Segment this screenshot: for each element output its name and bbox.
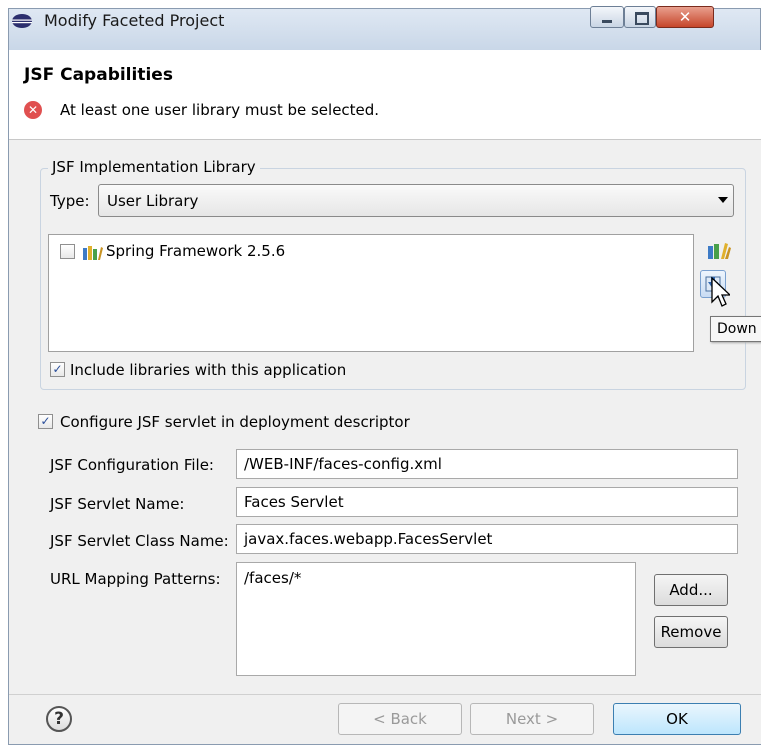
remove-pattern-button[interactable]: Remove [654, 616, 728, 648]
close-icon: ✕ [678, 8, 692, 26]
library-icon [83, 246, 103, 260]
maximize-button[interactable] [624, 6, 656, 28]
servlet-class-field[interactable]: javax.faces.webapp.FacesServlet [236, 524, 738, 554]
configure-servlet-checkbox[interactable]: ✓ [38, 414, 53, 429]
chevron-down-icon [718, 197, 728, 203]
servlet-class-label: JSF Servlet Class Name: [50, 532, 229, 550]
mouse-cursor-icon [711, 276, 730, 307]
ok-button[interactable]: OK [613, 703, 741, 735]
close-button[interactable]: ✕ [656, 6, 714, 28]
tooltip: Down [710, 316, 761, 342]
error-message: At least one user library must be select… [60, 101, 380, 119]
minimize-button[interactable] [590, 6, 624, 28]
type-label: Type: [50, 192, 90, 210]
error-icon: ✕ [24, 101, 42, 119]
eclipse-icon [12, 14, 32, 28]
dialog-header [9, 50, 761, 140]
servlet-name-label: JSF Servlet Name: [50, 495, 185, 513]
url-mapping-label: URL Mapping Patterns: [50, 570, 221, 588]
next-button[interactable]: Next > [470, 703, 594, 735]
include-libraries-checkbox[interactable]: ✓ [50, 362, 65, 377]
library-checkbox[interactable] [60, 244, 75, 259]
page-title: JSF Capabilities [24, 65, 173, 85]
config-file-label: JSF Configuration File: [50, 456, 214, 474]
window-title: Modify Faceted Project [44, 11, 225, 30]
group-title: JSF Implementation Library [48, 158, 260, 176]
help-icon[interactable]: ? [46, 706, 72, 732]
servlet-name-field[interactable]: Faces Servlet [236, 487, 738, 517]
include-libraries-label[interactable]: Include libraries with this application [70, 361, 346, 379]
add-library-icon[interactable] [706, 241, 732, 259]
list-item[interactable]: /faces/* [244, 569, 635, 587]
configure-servlet-label[interactable]: Configure JSF servlet in deployment desc… [60, 413, 410, 431]
type-select-value: User Library [107, 192, 199, 210]
back-button[interactable]: < Back [338, 703, 462, 735]
footer-divider [9, 694, 761, 695]
url-mapping-list[interactable]: /faces/* [236, 562, 636, 676]
add-pattern-button[interactable]: Add... [654, 574, 728, 606]
config-file-field[interactable]: /WEB-INF/faces-config.xml [236, 449, 738, 479]
library-item-label[interactable]: Spring Framework 2.5.6 [106, 242, 285, 260]
